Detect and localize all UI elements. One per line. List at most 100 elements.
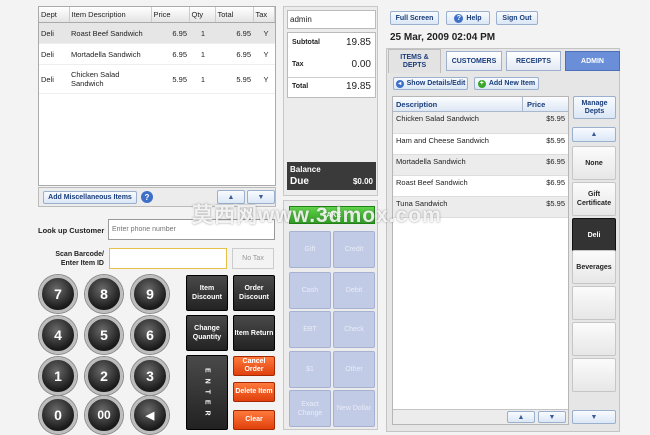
subtotal-label: Subtotal [292,39,320,46]
pay-other-button[interactable]: Other [333,351,375,388]
key-9[interactable]: 9 [131,275,169,313]
dept-empty[interactable] [572,358,616,392]
item-return-button[interactable]: Item Return [233,315,275,351]
order-row[interactable]: Deli Mortadella Sandwich 6.95 1 6.95 Y [39,43,275,65]
col-price[interactable]: Price [523,97,568,111]
backspace-key[interactable]: ◀ [131,396,169,434]
dept-deli[interactable]: Deli [572,218,616,252]
tab-receipts[interactable]: RECEIPTS [506,51,561,71]
next-dollar-button[interactable]: New Dollar [333,390,375,427]
item-description: Mortadella Sandwich [393,154,533,176]
barcode-input[interactable] [109,248,227,269]
add-new-item-button[interactable]: + Add New Item [474,77,539,90]
payment-panel: TAKE Gift Credit Cash Debit EBT Check $1… [283,200,378,430]
items-header: Description Price [393,97,568,112]
item-row[interactable]: Chicken Salad Sandwich $5.95 [393,112,568,134]
tab-customers[interactable]: CUSTOMERS [446,51,502,71]
full-screen-button[interactable]: Full Screen [390,11,439,25]
delete-item-button[interactable]: Delete Item [233,382,275,402]
scan-label-line1: Scan Barcode/ [55,251,104,258]
datetime: 25 Mar, 2009 02:04 PM [390,32,496,43]
col-qty[interactable]: Qty [189,7,216,23]
balance-due-box: Balance Due $0.00 [287,162,376,190]
total-value: 19.85 [345,81,371,92]
cell-total: 6.95 [215,22,253,44]
exact-change-button[interactable]: Exact Change [289,390,331,427]
pay-gift-button[interactable]: Gift [289,231,331,268]
manage-depts-button[interactable]: Manage Depts [573,96,616,119]
dept-none[interactable]: None [572,146,616,180]
help-icon: ? [454,13,464,23]
change-quantity-button[interactable]: Change Quantity [186,315,228,351]
arrow-left-icon: ◂ [395,79,404,88]
enter-button[interactable]: E N T E R [186,355,228,430]
subtotal-value: 19.85 [345,37,371,48]
clear-button[interactable]: Clear [233,410,275,430]
col-price[interactable]: Price [151,7,190,23]
pay-credit-button[interactable]: Credit [333,231,375,268]
item-price: $5.95 [532,133,568,155]
cell-qty: 1 [189,64,215,94]
cancel-order-button[interactable]: Cancel Order [233,356,275,376]
cell-tax: Y [253,22,275,44]
key-5[interactable]: 5 [85,316,123,354]
sign-out-button[interactable]: Sign Out [496,11,538,25]
pay-check-button[interactable]: Check [333,311,375,348]
add-item-label: Add New Item [488,80,536,87]
cell-description: Chicken Salad Sandwich [69,64,151,94]
key-1[interactable]: 1 [39,357,77,395]
dept-empty[interactable] [572,286,616,320]
item-row[interactable]: Roast Beef Sandwich $6.95 [393,175,568,197]
item-price: $6.95 [532,175,568,197]
col-dept[interactable]: Dept [39,7,70,23]
item-description: Ham and Cheese Sandwich [393,133,533,155]
order-row[interactable]: Deli Chicken Salad Sandwich 5.95 1 5.95 … [39,64,275,94]
tab-items-depts[interactable]: ITEMS & DEPTS [388,49,441,73]
pay-debit-button[interactable]: Debit [333,272,375,309]
tab-admin[interactable]: ADMIN [565,51,620,71]
items-scroll-up[interactable]: ▲ [507,411,535,423]
help-icon[interactable]: ? [141,191,153,203]
item-row[interactable]: Mortadella Sandwich $6.95 [393,154,568,176]
col-item-description[interactable]: Item Description [69,7,152,23]
cell-total: 6.95 [215,43,253,65]
order-header-row: Dept Item Description Price Qty Total Ta… [39,7,275,23]
key-00[interactable]: 00 [85,396,123,434]
key-4[interactable]: 4 [39,316,77,354]
pay-ebt-button[interactable]: EBT [289,311,331,348]
add-misc-items-button[interactable]: Add Miscellaneous Items [43,191,137,204]
total-label: Total [292,83,309,90]
cell-price: 5.95 [151,64,189,94]
item-description: Roast Beef Sandwich [393,175,533,197]
item-discount-button[interactable]: Item Discount [186,275,228,311]
balance-value: $0.00 [352,177,373,186]
dept-scroll-down[interactable]: ▼ [572,410,616,424]
key-6[interactable]: 6 [131,316,169,354]
order-row[interactable]: Deli Roast Beef Sandwich 6.95 1 6.95 Y [39,22,275,44]
pay-cash-button[interactable]: Cash [289,272,331,309]
key-0[interactable]: 0 [39,396,77,434]
cell-price: 6.95 [151,43,189,65]
show-details-button[interactable]: ◂ Show Details/Edit [393,77,468,90]
key-8[interactable]: 8 [85,275,123,313]
col-total[interactable]: Total [215,7,254,23]
key-2[interactable]: 2 [85,357,123,395]
dept-beverages[interactable]: Beverages [572,250,616,284]
pay-one-dollar-button[interactable]: $1 [289,351,331,388]
no-tax-button[interactable]: No Tax [232,248,274,269]
order-table: Dept Item Description Price Qty Total Ta… [38,6,276,186]
col-tax[interactable]: Tax [253,7,275,23]
dept-scroll-up[interactable]: ▲ [572,127,616,142]
cell-dept: Deli [39,64,69,94]
col-description[interactable]: Description [393,97,523,111]
dept-empty[interactable] [572,322,616,356]
item-row[interactable]: Ham and Cheese Sandwich $5.95 [393,133,568,155]
order-discount-button[interactable]: Order Discount [233,275,275,311]
dept-gift-certificate[interactable]: Gift Certificate [572,182,616,216]
items-scroll-down[interactable]: ▼ [538,411,566,423]
key-7[interactable]: 7 [39,275,77,313]
cell-tax: Y [253,64,275,94]
balance-label: Balance [290,165,321,174]
help-button[interactable]: ? Help [446,11,490,25]
key-3[interactable]: 3 [131,357,169,395]
